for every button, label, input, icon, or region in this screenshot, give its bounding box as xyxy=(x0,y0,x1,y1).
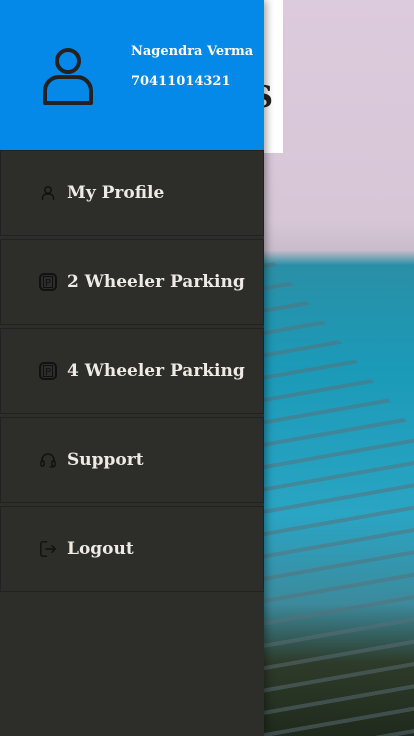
menu-item-4-wheeler-parking[interactable]: P 4 Wheeler Parking xyxy=(0,328,264,414)
user-name: Nagendra Verma xyxy=(131,44,254,59)
menu-item-logout[interactable]: Logout xyxy=(0,506,264,592)
menu-item-label: My Profile xyxy=(67,183,165,203)
parking-icon: P xyxy=(39,362,57,380)
navigation-drawer: Nagendra Verma 70411014321 My Profile P … xyxy=(0,0,264,736)
menu-item-support[interactable]: Support xyxy=(0,417,264,503)
menu-item-my-profile[interactable]: My Profile xyxy=(0,150,264,236)
drawer-header: Nagendra Verma 70411014321 xyxy=(0,0,264,150)
menu-item-label: 4 Wheeler Parking xyxy=(67,361,245,381)
menu-item-label: Logout xyxy=(67,539,134,559)
person-icon xyxy=(39,184,57,202)
menu-item-label: Support xyxy=(67,450,144,470)
menu-item-label: 2 Wheeler Parking xyxy=(67,272,245,292)
avatar-icon xyxy=(43,48,93,105)
headset-icon xyxy=(39,451,57,469)
menu-item-2-wheeler-parking[interactable]: P 2 Wheeler Parking xyxy=(0,239,264,325)
user-phone: 70411014321 xyxy=(131,74,231,89)
svg-text:P: P xyxy=(45,367,51,378)
logout-icon xyxy=(39,540,57,558)
svg-text:P: P xyxy=(45,278,51,289)
parking-icon: P xyxy=(39,273,57,291)
